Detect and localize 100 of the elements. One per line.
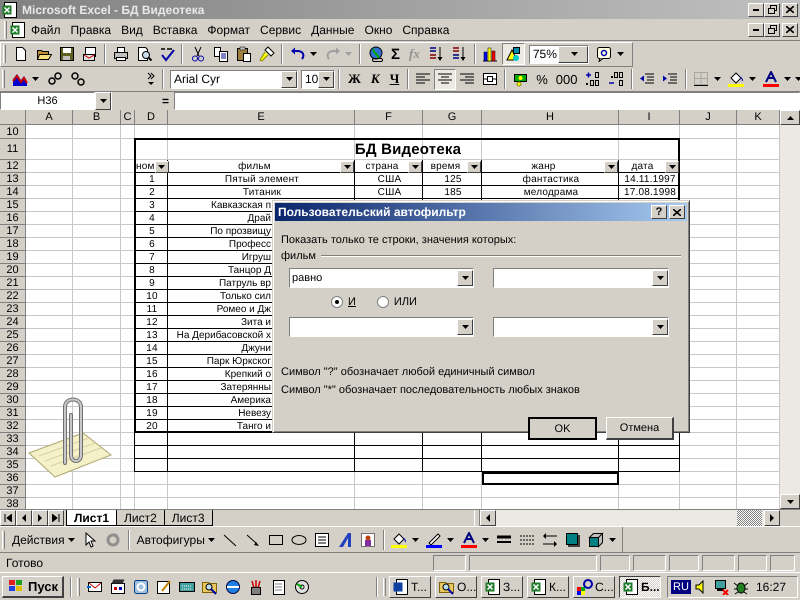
undo-icon[interactable]	[290, 46, 306, 62]
first-icon[interactable]	[4, 514, 12, 522]
row-header[interactable]: 35	[0, 459, 26, 472]
dropdown-arrow-icon[interactable]	[462, 325, 468, 329]
name-box[interactable]: H36	[0, 92, 95, 110]
underline-button[interactable]: Ч	[384, 71, 404, 87]
dropdown-arrow-icon[interactable]	[608, 164, 614, 168]
scroll-down-button[interactable]	[780, 494, 800, 509]
taskbar-button[interactable]: З...	[481, 576, 523, 598]
caret-icon[interactable]	[784, 77, 790, 81]
row-header[interactable]: 11	[0, 139, 26, 160]
film-icon[interactable]	[110, 578, 126, 594]
row-header[interactable]: 32	[0, 420, 26, 433]
row-header[interactable]: 27	[0, 355, 26, 368]
dropdown-arrow-icon[interactable]	[344, 164, 350, 168]
last-icon[interactable]	[52, 514, 60, 522]
restore-icon[interactable]	[768, 25, 776, 34]
bold-button[interactable]: Ж	[343, 71, 366, 87]
row-header[interactable]: 21	[0, 277, 26, 290]
radio-label[interactable]: ИЛИ	[394, 296, 417, 308]
previous-sheet-button[interactable]	[16, 510, 32, 526]
left-arrow-icon[interactable]	[484, 514, 492, 522]
row-header[interactable]: 14	[0, 186, 26, 199]
dropdown-arrow-icon[interactable]	[656, 276, 664, 280]
more-icon[interactable]	[147, 72, 155, 86]
spelling-icon[interactable]	[158, 46, 174, 62]
column-header[interactable]: A	[26, 110, 73, 125]
drawing-toggle[interactable]	[502, 43, 525, 65]
dropdown-arrow-icon[interactable]	[656, 325, 664, 329]
taskbar-button[interactable]: С...	[573, 576, 615, 598]
dropdown-arrow-icon[interactable]	[158, 164, 166, 168]
column-header[interactable]: D	[135, 110, 168, 125]
autoshapes-menu[interactable]: Автофигуры	[132, 532, 219, 546]
chart-icon[interactable]	[482, 46, 498, 62]
network-icon[interactable]	[712, 578, 729, 594]
first-sheet-button[interactable]	[0, 510, 16, 526]
ok-button[interactable]: OK	[528, 417, 597, 440]
close-icon[interactable]	[786, 6, 794, 13]
row-header[interactable]: 12	[0, 160, 26, 173]
dropdown-arrow-icon[interactable]	[470, 164, 478, 168]
sort-descending-icon[interactable]	[451, 46, 468, 62]
filter-dropdown[interactable]	[340, 160, 354, 172]
caret-icon[interactable]	[482, 538, 489, 542]
caret-icon[interactable]	[608, 538, 616, 542]
arrow-icon[interactable]	[245, 532, 262, 548]
italic-button[interactable]: К	[366, 71, 385, 87]
menu-item[interactable]: Вставка	[148, 20, 202, 38]
row-header[interactable]: 25	[0, 329, 26, 342]
notepad-icon[interactable]	[270, 578, 286, 594]
caret-icon[interactable]	[310, 52, 317, 56]
print-preview-icon[interactable]	[136, 46, 152, 62]
scissors-icon[interactable]	[190, 46, 206, 62]
sheet-tab[interactable]: Лист1	[66, 510, 118, 526]
menu-item[interactable]: Файл	[26, 20, 66, 38]
row-header[interactable]: 19	[0, 251, 26, 264]
caret-icon[interactable]	[748, 77, 756, 81]
column-header[interactable]: K	[737, 110, 780, 125]
menu-item[interactable]: Данные	[306, 20, 360, 38]
radio-button[interactable]	[331, 296, 343, 308]
menu-item[interactable]: Справка	[397, 20, 454, 38]
row-header[interactable]: 29	[0, 381, 26, 394]
sort-ascending-icon[interactable]	[428, 46, 444, 62]
start-button[interactable]: Пуск	[2, 576, 64, 598]
minimize-icon[interactable]	[753, 8, 759, 10]
row-header[interactable]: 31	[0, 407, 26, 420]
column-header[interactable]: J	[680, 110, 737, 125]
row-header[interactable]: 30	[0, 394, 26, 407]
percent-button[interactable]: %	[532, 72, 552, 86]
filter-dropdown[interactable]	[467, 160, 481, 172]
thousands-button[interactable]: 000	[552, 72, 582, 86]
filter-dropdown[interactable]	[665, 160, 679, 172]
line-icon[interactable]	[222, 532, 238, 548]
taskbar-button[interactable]: Б...	[619, 576, 661, 598]
restore-icon[interactable]	[768, 5, 776, 14]
zoom-field[interactable]: 75%	[528, 44, 589, 64]
clipboard-icon[interactable]	[236, 46, 252, 62]
menu-item[interactable]: Формат	[202, 20, 256, 38]
sum-button[interactable]: Σ	[387, 46, 404, 62]
row-header[interactable]: 15	[0, 199, 26, 212]
scroll-up-button[interactable]	[780, 110, 800, 125]
clip-art-icon[interactable]	[360, 532, 376, 548]
actions-menu[interactable]: Действия	[8, 532, 79, 546]
text-box-icon[interactable]	[314, 532, 330, 548]
selected-cell[interactable]	[482, 472, 619, 485]
menu-item[interactable]: Вид	[116, 20, 148, 38]
save-icon[interactable]	[58, 46, 74, 62]
column-header[interactable]: I	[619, 110, 680, 125]
row-header[interactable]: 28	[0, 368, 26, 381]
caret-icon[interactable]	[208, 538, 215, 542]
left-arrow-icon[interactable]	[20, 514, 28, 522]
merge-center-icon[interactable]	[482, 71, 498, 87]
help-button[interactable]: ?	[651, 205, 667, 219]
fill-color-icon[interactable]	[391, 532, 408, 548]
row-header[interactable]: 18	[0, 238, 26, 251]
close-button[interactable]	[669, 205, 685, 219]
caret-icon[interactable]	[68, 538, 75, 542]
edit-formula-button[interactable]: =	[160, 94, 171, 108]
last-sheet-button[interactable]	[48, 510, 64, 526]
caret-icon[interactable]	[714, 77, 720, 81]
dropdown-arrow-icon[interactable]	[100, 99, 106, 103]
